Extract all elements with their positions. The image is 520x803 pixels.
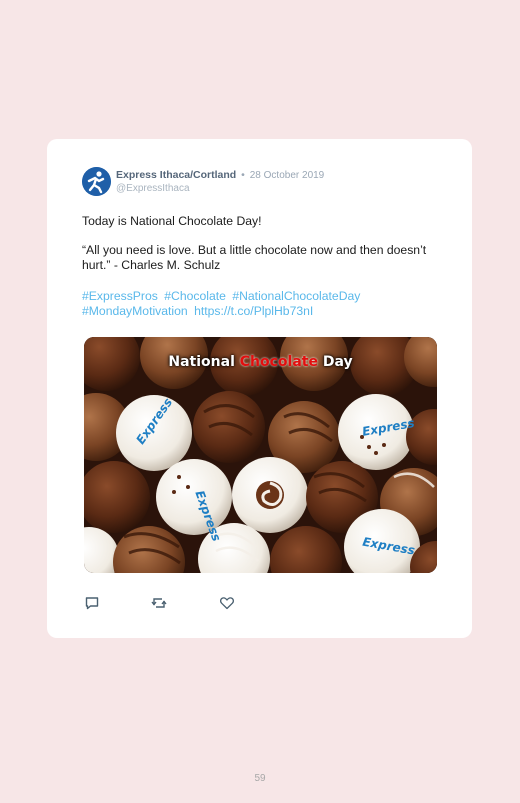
image-title-part: National (168, 354, 240, 370)
page-number: 59 (254, 773, 266, 784)
express-logo-icon (82, 167, 111, 196)
chocolate-image: Express Express Express Express (84, 337, 437, 573)
tweet-text-line: Today is National Chocolate Day! (82, 214, 262, 228)
tweet-image[interactable]: Express Express Express Express National… (84, 337, 437, 573)
hashtag-link[interactable]: #NationalChocolateDay (232, 289, 360, 303)
like-button[interactable] (219, 595, 237, 613)
tweet-card: Express Ithaca/Cortland • 28 October 201… (47, 139, 472, 638)
tweet-text: Today is National Chocolate Day! “All yo… (82, 214, 432, 273)
tweet-url-link[interactable]: https://t.co/PlplHb73nI (194, 304, 313, 318)
image-title-part: Day (317, 354, 353, 370)
image-title: National Chocolate Day (84, 354, 437, 370)
like-icon (219, 597, 235, 610)
separator-dot: • (241, 169, 245, 181)
retweet-icon (151, 598, 167, 608)
author-name[interactable]: Express Ithaca/Cortland (116, 169, 236, 181)
tweet-hashtags: #ExpressPros #Chocolate #NationalChocola… (82, 289, 432, 319)
reply-button[interactable] (84, 595, 102, 613)
hashtag-link[interactable]: #MondayMotivation (82, 304, 188, 318)
image-title-highlight: Chocolate (239, 354, 318, 370)
tweet-quote: “All you need is love. But a little choc… (82, 243, 427, 272)
author-line: Express Ithaca/Cortland • 28 October 201… (116, 169, 324, 181)
author-handle[interactable]: @ExpressIthaca (116, 183, 190, 194)
avatar[interactable] (82, 167, 111, 196)
tweet-date[interactable]: 28 October 2019 (250, 170, 325, 181)
tweet-header: Express Ithaca/Cortland • 28 October 201… (82, 167, 462, 197)
retweet-button[interactable] (151, 595, 169, 613)
hashtag-link[interactable]: #ExpressPros (82, 289, 158, 303)
hashtag-link[interactable]: #Chocolate (164, 289, 226, 303)
tweet-actions (84, 595, 284, 613)
reply-icon (85, 597, 99, 610)
